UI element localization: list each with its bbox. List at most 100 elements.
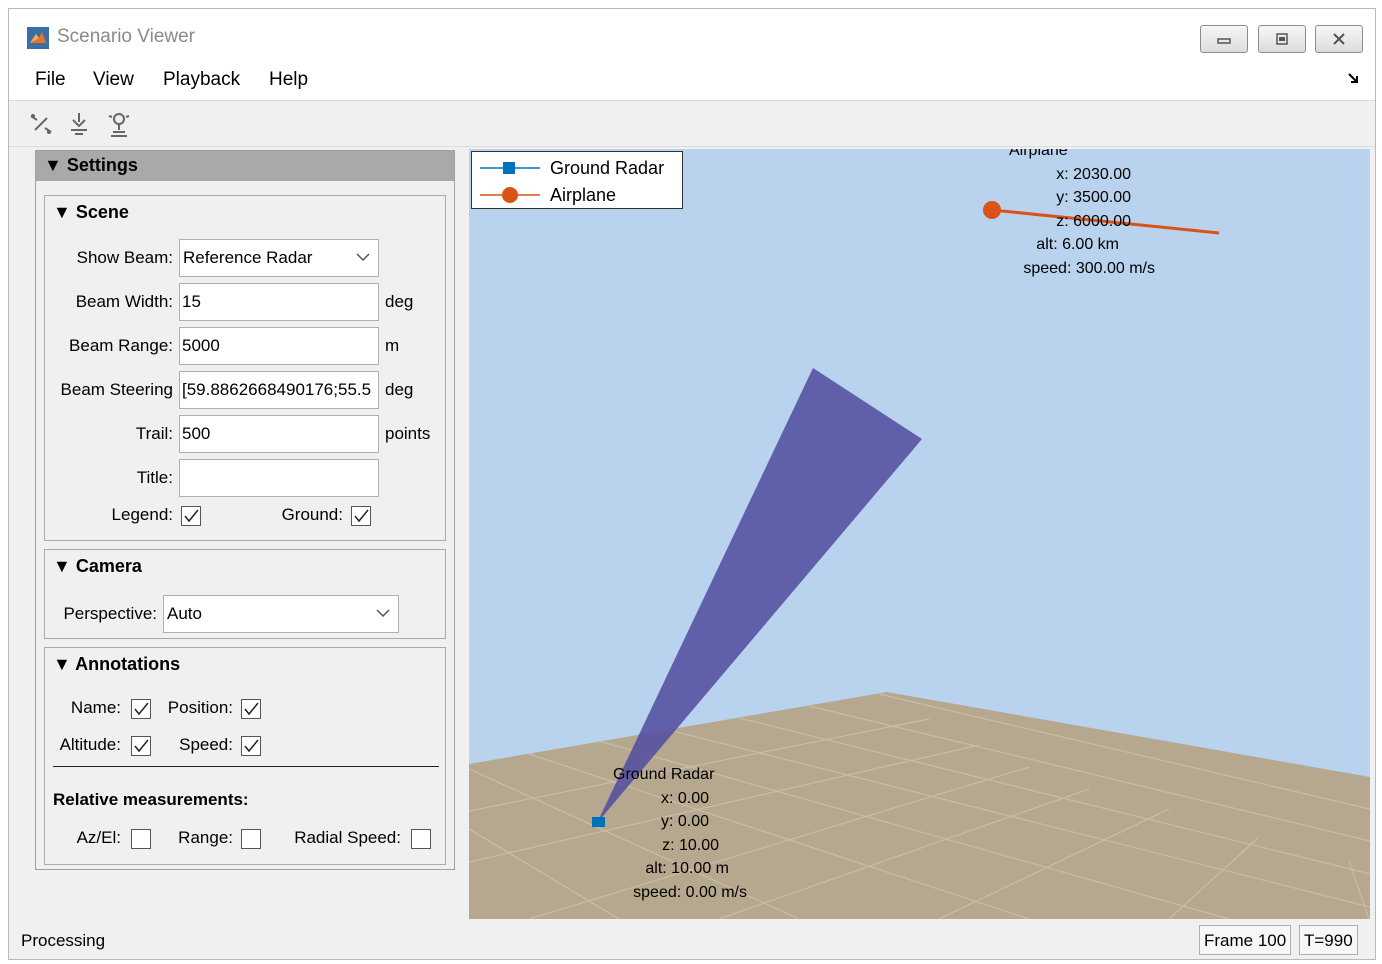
airplane-x: x: 2030.00 xyxy=(1056,165,1131,183)
frame-indicator: Frame 100 xyxy=(1199,925,1292,955)
perspective-dropdown[interactable]: Auto xyxy=(163,595,399,633)
legend-square-icon xyxy=(503,162,515,174)
azel-checkbox[interactable] xyxy=(131,829,151,849)
beam-width-label: Beam Width: xyxy=(75,292,173,311)
beam-steering-label: Beam Steering xyxy=(60,380,173,399)
plot-canvas xyxy=(469,201,1370,919)
azel-label: Az/El: xyxy=(76,828,121,847)
restore-button[interactable] xyxy=(1258,25,1306,53)
title-input[interactable] xyxy=(179,459,379,497)
speed-checkbox[interactable] xyxy=(241,736,261,756)
ground-plane xyxy=(469,692,1370,919)
radar-name: Ground Radar xyxy=(613,766,715,783)
show-beam-value: Reference Radar xyxy=(183,248,313,267)
menu-playback[interactable]: Playback xyxy=(163,69,240,91)
menu-help[interactable]: Help xyxy=(269,69,308,91)
airplane-annotation: Airplane x: 2030.00 y: 3500.00 z: 6000.0… xyxy=(995,149,1155,280)
altitude-checkbox[interactable] xyxy=(131,736,151,756)
trail-input[interactable]: 500 xyxy=(179,415,379,453)
show-beam-label: Show Beam: xyxy=(76,248,173,267)
show-beam-dropdown[interactable]: Reference Radar xyxy=(179,239,379,277)
time-indicator: T=990 xyxy=(1299,925,1358,955)
beam-width-unit: deg xyxy=(385,292,414,311)
checkmark-icon xyxy=(354,509,369,523)
menu-file[interactable]: File xyxy=(35,69,66,91)
title-bar: Scenario Viewer xyxy=(9,9,1375,57)
title-label: Title: xyxy=(136,468,173,487)
camera-group: ▼ Camera Perspective: Auto xyxy=(44,549,446,639)
radar-z: z: 10.00 xyxy=(662,836,719,854)
scenario-viewer-window: Scenario Viewer File View Playback Help xyxy=(8,8,1376,960)
position-checkbox[interactable] xyxy=(241,699,261,719)
minimize-button[interactable] xyxy=(1200,25,1248,53)
annotations-title[interactable]: ▼ Annotations xyxy=(53,654,180,675)
plot-legend[interactable]: Ground Radar Airplane xyxy=(471,151,683,209)
status-text: Processing xyxy=(21,931,106,950)
airplane-y: y: 3500.00 xyxy=(1056,189,1131,206)
close-icon xyxy=(1333,33,1345,45)
beam-steering-unit: deg xyxy=(385,380,414,399)
airplane-speed: speed: 300.00 m/s xyxy=(1023,259,1155,277)
legend-airplane: Airplane xyxy=(550,185,617,205)
airplane-z: z: 6000.00 xyxy=(1056,212,1131,230)
settings-panel: ▼ Settings ▼ Scene Show Beam: Reference … xyxy=(35,150,455,870)
radar-speed: speed: 0.00 m/s xyxy=(633,883,747,901)
radar-marker xyxy=(592,817,605,827)
range-label: Range: xyxy=(178,828,233,847)
annotations-group: ▼ Annotations Name: Position: Altitude: … xyxy=(44,647,446,865)
scene-title[interactable]: ▼ Scene xyxy=(53,202,129,223)
radar-annotation: Ground Radar x: 0.00 y: 0.00 z: 10.00 al… xyxy=(607,763,747,904)
settings-header[interactable]: ▼ Settings xyxy=(36,151,454,181)
perspective-label: Perspective: xyxy=(63,604,157,623)
dock-arrow-icon[interactable] xyxy=(1347,71,1361,85)
name-label: Name: xyxy=(70,698,121,717)
beam-range-unit: m xyxy=(385,336,400,355)
chevron-down-icon xyxy=(356,253,370,262)
scenario-3d-plot[interactable]: Ground Radar Airplane Airplane x: 2030.0… xyxy=(469,149,1370,919)
beam-steering-input[interactable]: [59.8862668490176;55.5 xyxy=(179,371,379,409)
legend-checkbox[interactable] xyxy=(181,506,201,526)
radar-x: x: 0.00 xyxy=(660,789,709,807)
beam-range-label: Beam Range: xyxy=(69,336,173,355)
radial-speed-checkbox[interactable] xyxy=(411,829,431,849)
airplane-alt: alt: 6.00 km xyxy=(1036,236,1119,253)
minimize-icon xyxy=(1217,38,1231,44)
settings-header-label: ▼ Settings xyxy=(44,155,138,175)
light-tool-icon[interactable] xyxy=(105,110,133,138)
close-button[interactable] xyxy=(1315,25,1363,53)
trail-label: Trail: xyxy=(135,424,173,443)
rotate-tool-icon[interactable] xyxy=(65,110,93,138)
window-title: Scenario Viewer xyxy=(57,26,196,47)
legend-ground-radar: Ground Radar xyxy=(550,158,665,178)
beam-width-input[interactable]: 15 xyxy=(179,283,379,321)
annotations-divider xyxy=(53,766,439,767)
scene-group: ▼ Scene Show Beam: Reference Radar Beam … xyxy=(44,195,446,541)
perspective-value: Auto xyxy=(167,604,202,623)
altitude-label: Altitude: xyxy=(59,735,121,754)
ground-checkbox[interactable] xyxy=(351,506,371,526)
restore-icon xyxy=(1276,33,1288,45)
radial-speed-label: Radial Speed: xyxy=(294,828,401,847)
checkmark-icon xyxy=(134,702,149,716)
trail-unit: points xyxy=(385,424,431,443)
checkmark-icon xyxy=(244,739,259,753)
airplane-name: Airplane xyxy=(1009,149,1068,159)
checkmark-icon xyxy=(244,702,259,716)
legend-markers xyxy=(480,162,540,203)
status-bar: Processing Frame 100 T=990 xyxy=(9,919,1375,959)
checkmark-icon xyxy=(134,739,149,753)
radar-alt: alt: 10.00 m xyxy=(645,860,729,877)
toolbar xyxy=(9,101,1375,147)
legend-circle-icon xyxy=(502,187,518,203)
radar-y: y: 0.00 xyxy=(660,813,709,830)
camera-title[interactable]: ▼ Camera xyxy=(53,556,142,577)
menu-bar: File View Playback Help xyxy=(9,57,1375,101)
range-checkbox[interactable] xyxy=(241,829,261,849)
ground-label: Ground: xyxy=(281,505,343,524)
name-checkbox[interactable] xyxy=(131,699,151,719)
position-label: Position: xyxy=(167,698,233,717)
chevron-down-icon xyxy=(376,609,390,618)
menu-view[interactable]: View xyxy=(93,69,134,91)
beam-range-input[interactable]: 5000 xyxy=(179,327,379,365)
pan-tool-icon[interactable] xyxy=(27,110,55,138)
